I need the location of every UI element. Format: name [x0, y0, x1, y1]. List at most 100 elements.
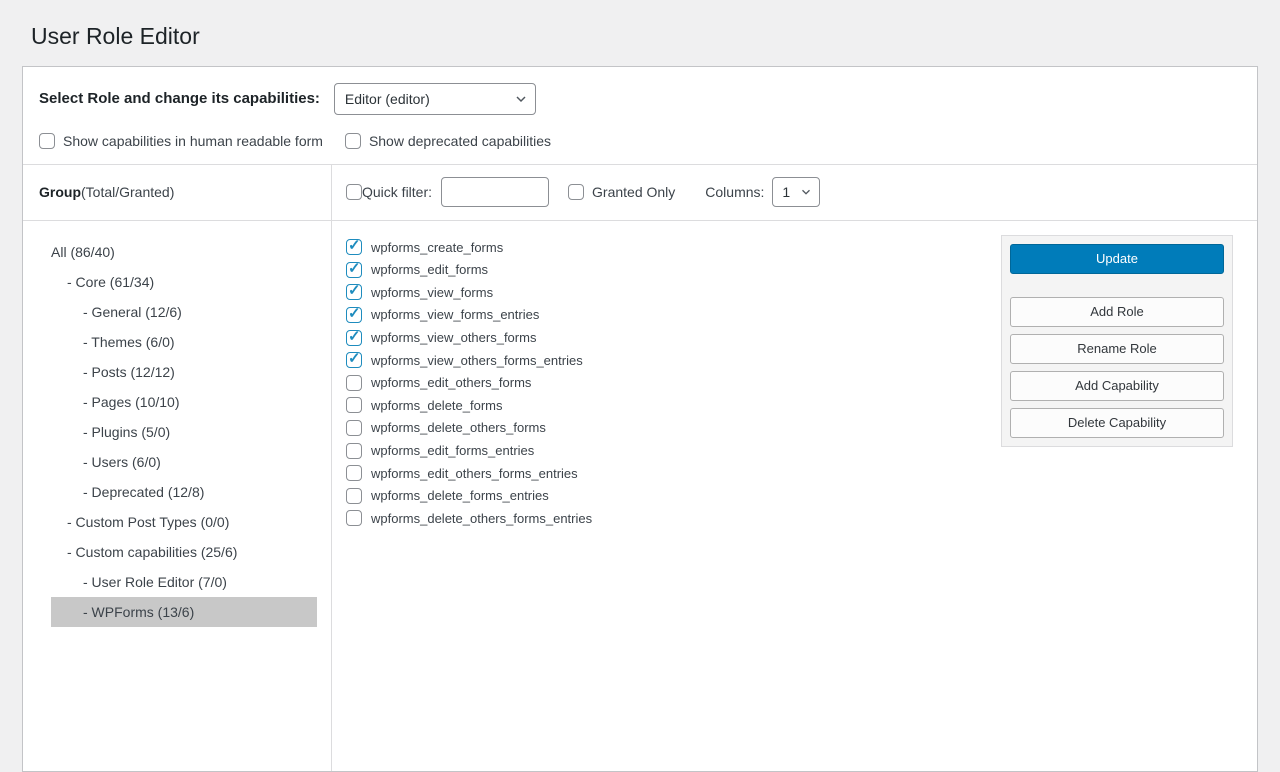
capability-item[interactable]: wpforms_view_others_forms: [346, 326, 981, 349]
delete-capability-button[interactable]: Delete Capability: [1010, 408, 1224, 438]
capability-label: wpforms_delete_others_forms_entries: [371, 511, 592, 526]
capability-checkbox[interactable]: [346, 239, 362, 255]
capability-checkbox[interactable]: [346, 420, 362, 436]
capability-checkbox[interactable]: [346, 397, 362, 413]
group-item-label: - Pages (10/10): [83, 394, 180, 410]
capability-checkbox[interactable]: [346, 375, 362, 391]
columns-select[interactable]: 1: [772, 177, 820, 207]
capability-checkbox[interactable]: [346, 330, 362, 346]
capability-label: wpforms_edit_forms_entries: [371, 443, 534, 458]
group-tree-item[interactable]: - Pages (10/10): [51, 387, 317, 417]
group-tree-item[interactable]: - General (12/6): [51, 297, 317, 327]
capability-item[interactable]: wpforms_delete_forms: [346, 394, 981, 417]
group-tree-item[interactable]: - Users (6/0): [51, 447, 317, 477]
group-tree-item[interactable]: All (86/40): [51, 237, 317, 267]
capability-label: wpforms_edit_others_forms_entries: [371, 466, 578, 481]
capability-item[interactable]: wpforms_delete_others_forms_entries: [346, 507, 981, 530]
deprecated-label: Show deprecated capabilities: [369, 133, 551, 149]
role-select[interactable]: Editor (editor): [334, 83, 536, 115]
capability-label: wpforms_delete_forms: [371, 398, 503, 413]
quick-filter-input[interactable]: [441, 177, 549, 207]
group-tree-item[interactable]: - Themes (6/0): [51, 327, 317, 357]
capability-item[interactable]: wpforms_delete_forms_entries: [346, 484, 981, 507]
capability-checkbox[interactable]: [346, 284, 362, 300]
capability-checkbox[interactable]: [346, 352, 362, 368]
capability-item[interactable]: wpforms_edit_others_forms: [346, 371, 981, 394]
capability-label: wpforms_view_forms: [371, 285, 493, 300]
granted-only-label: Granted Only: [592, 184, 675, 200]
group-item-label: - Core (61/34): [67, 274, 154, 290]
capability-checkbox[interactable]: [346, 465, 362, 481]
filter-bar: Quick filter: Granted Only Columns: 1: [332, 165, 1257, 221]
capability-label: wpforms_view_forms_entries: [371, 307, 539, 322]
update-button[interactable]: Update: [1010, 244, 1224, 274]
group-item-label: - Plugins (5/0): [83, 424, 170, 440]
capabilities-column: Quick filter: Granted Only Columns: 1: [332, 165, 1257, 771]
group-header-title: Group: [39, 184, 81, 200]
capability-checkbox[interactable]: [346, 488, 362, 504]
group-item-label: - Users (6/0): [83, 454, 161, 470]
group-tree-item[interactable]: - Custom capabilities (25/6): [51, 537, 317, 567]
page-title: User Role Editor: [31, 22, 1258, 52]
human-readable-label: Show capabilities in human readable form: [63, 133, 323, 149]
role-select-wrap: Editor (editor): [334, 83, 536, 115]
capability-label: wpforms_delete_others_forms: [371, 420, 546, 435]
capability-item[interactable]: wpforms_view_forms: [346, 281, 981, 304]
group-tree-item[interactable]: - WPForms (13/6): [51, 597, 317, 627]
capability-checkbox[interactable]: [346, 443, 362, 459]
group-item-label: - General (12/6): [83, 304, 182, 320]
group-item-label: - Posts (12/12): [83, 364, 175, 380]
group-tree-item[interactable]: - Deprecated (12/8): [51, 477, 317, 507]
group-item-label: - User Role Editor (7/0): [83, 574, 227, 590]
group-tree-item[interactable]: - Posts (12/12): [51, 357, 317, 387]
capability-checkbox[interactable]: [346, 510, 362, 526]
granted-only-option[interactable]: Granted Only: [568, 184, 675, 200]
human-readable-checkbox[interactable]: [39, 133, 55, 149]
add-role-button[interactable]: Add Role: [1010, 297, 1224, 327]
actions-panel: Update Add Role Rename Role Add Capabili…: [1001, 235, 1233, 447]
group-header: Group (Total/Granted): [23, 165, 331, 221]
capability-item[interactable]: wpforms_edit_others_forms_entries: [346, 462, 981, 485]
secondary-actions: Add Role Rename Role Add Capability Dele…: [1010, 297, 1224, 438]
group-tree-item[interactable]: - User Role Editor (7/0): [51, 567, 317, 597]
capability-label: wpforms_create_forms: [371, 240, 503, 255]
group-item-label: - WPForms (13/6): [83, 604, 194, 620]
deprecated-option[interactable]: Show deprecated capabilities: [345, 133, 551, 149]
capability-checkbox[interactable]: [346, 307, 362, 323]
group-item-label: - Deprecated (12/8): [83, 484, 204, 500]
capability-item[interactable]: wpforms_delete_others_forms: [346, 417, 981, 440]
group-header-suffix: (Total/Granted): [81, 184, 174, 200]
capabilities-content: wpforms_create_forms wpforms_edit_forms …: [332, 221, 1257, 771]
capability-label: wpforms_edit_others_forms: [371, 375, 531, 390]
group-tree: All (86/40) - Core (61/34) - General (12…: [23, 221, 331, 627]
select-all-checkbox[interactable]: [346, 184, 362, 200]
role-selector-row: Select Role and change its capabilities:…: [23, 67, 1257, 115]
role-selector-label: Select Role and change its capabilities:: [39, 90, 320, 107]
granted-only-checkbox[interactable]: [568, 184, 584, 200]
group-item-label: - Custom Post Types (0/0): [67, 514, 229, 530]
group-item-label: All (86/40): [51, 244, 115, 260]
user-role-editor-page: User Role Editor Select Role and change …: [0, 0, 1280, 772]
capability-checkbox[interactable]: [346, 262, 362, 278]
add-capability-button[interactable]: Add Capability: [1010, 371, 1224, 401]
human-readable-option[interactable]: Show capabilities in human readable form: [39, 133, 323, 149]
capability-label: wpforms_delete_forms_entries: [371, 488, 549, 503]
display-options-row: Show capabilities in human readable form…: [23, 115, 1257, 164]
group-tree-item[interactable]: - Custom Post Types (0/0): [51, 507, 317, 537]
capability-item[interactable]: wpforms_create_forms: [346, 236, 981, 259]
group-tree-item[interactable]: - Plugins (5/0): [51, 417, 317, 447]
rename-role-button[interactable]: Rename Role: [1010, 334, 1224, 364]
capability-item[interactable]: wpforms_edit_forms_entries: [346, 439, 981, 462]
capability-label: wpforms_view_others_forms: [371, 330, 536, 345]
capability-item[interactable]: wpforms_view_others_forms_entries: [346, 349, 981, 372]
group-tree-item[interactable]: - Core (61/34): [51, 267, 317, 297]
capability-list: wpforms_create_forms wpforms_edit_forms …: [346, 235, 981, 530]
capability-item[interactable]: wpforms_edit_forms: [346, 258, 981, 281]
group-item-label: - Custom capabilities (25/6): [67, 544, 237, 560]
deprecated-checkbox[interactable]: [345, 133, 361, 149]
quick-filter-label: Quick filter:: [362, 184, 432, 200]
columns-label: Columns:: [705, 184, 764, 200]
main-panel: Select Role and change its capabilities:…: [22, 66, 1258, 772]
capability-label: wpforms_edit_forms: [371, 262, 488, 277]
capability-item[interactable]: wpforms_view_forms_entries: [346, 304, 981, 327]
